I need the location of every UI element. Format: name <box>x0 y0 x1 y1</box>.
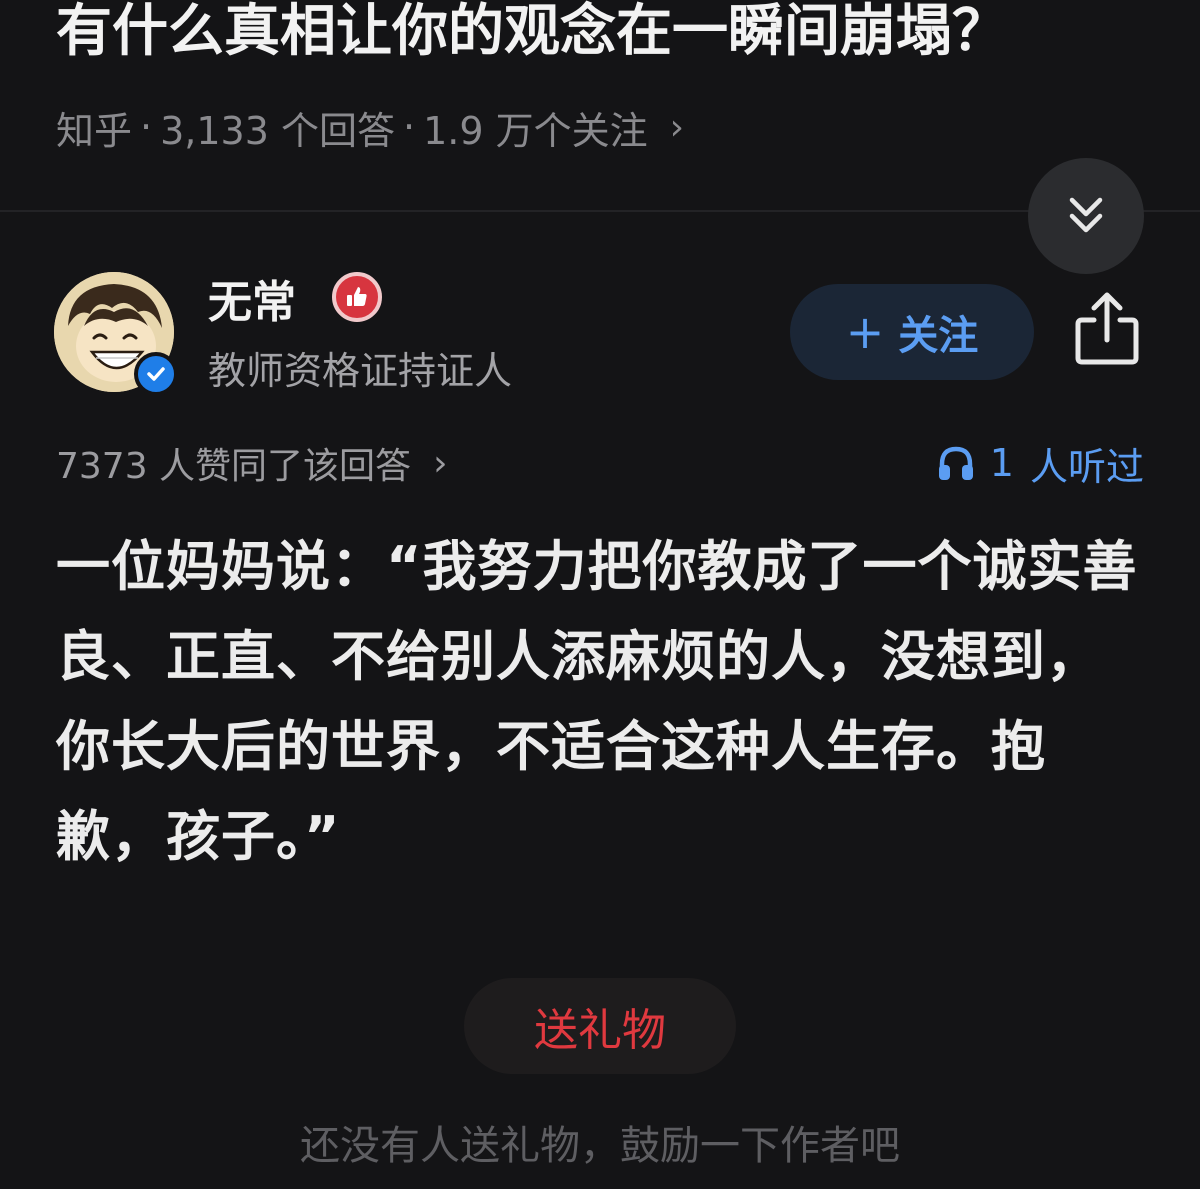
follow-label: 关注 <box>898 313 979 359</box>
meta-separator: · <box>140 105 153 149</box>
header-divider <box>0 210 1200 212</box>
answer-count: 3,133 个回答 <box>160 108 395 153</box>
chevron-right-icon: › <box>669 106 684 148</box>
share-button[interactable] <box>1072 290 1142 366</box>
author-avatar[interactable] <box>54 272 178 396</box>
send-gift-button[interactable]: 送礼物 <box>464 978 736 1074</box>
source-label: 知乎 <box>56 108 133 153</box>
headphones-icon <box>938 446 973 480</box>
listen-suffix: 人听过 <box>1029 444 1144 489</box>
share-icon <box>1075 292 1139 365</box>
upvote-count-link[interactable]: 7373 人赞同了该回答 › <box>56 436 447 490</box>
follow-button[interactable]: + 关注 <box>790 284 1034 380</box>
author-name[interactable]: 无常 <box>208 276 296 330</box>
verified-check-icon <box>134 352 178 396</box>
gift-hint: 还没有人送礼物，鼓励一下作者吧 <box>300 1123 900 1169</box>
listen-number: 1 <box>989 441 1014 485</box>
author-bio: 教师资格证持证人 <box>208 349 513 393</box>
collapse-button[interactable] <box>1028 158 1144 274</box>
chevron-right-icon: › <box>433 442 448 484</box>
listen-count[interactable]: 1 人听过 <box>936 436 1144 490</box>
answer-text: 一位妈妈说：“我努力把你教成了一个诚实善良、正直、不给别人添麻烦的人，没想到，你… <box>56 535 1138 868</box>
double-chevron-down-icon <box>1069 197 1103 233</box>
plus-icon: + <box>845 305 885 359</box>
gift-label: 送礼物 <box>534 1005 666 1056</box>
upvote-text: 7373 人赞同了该回答 <box>56 446 412 487</box>
question-title[interactable]: 有什么真相让你的观念在一瞬间崩塌？ <box>56 0 1156 68</box>
question-meta[interactable]: 知乎 · 3,133 个回答 · 1.9 万个关注 › <box>56 100 684 154</box>
meta-separator: · <box>402 105 416 149</box>
thumbs-up-badge-icon[interactable] <box>332 272 382 322</box>
follow-count: 1.9 万个关注 <box>423 108 648 153</box>
